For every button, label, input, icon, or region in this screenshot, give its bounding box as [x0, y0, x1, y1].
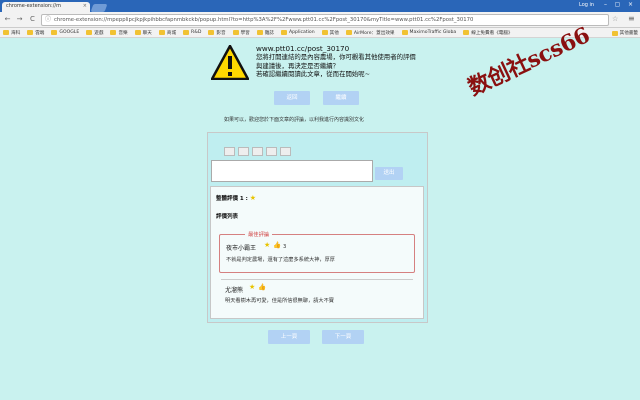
comment-input[interactable]: [212, 161, 372, 181]
like-count: 3: [283, 244, 287, 250]
folder-icon: [463, 30, 470, 35]
top-review-label: 最佳評論: [245, 230, 273, 238]
bookmark-item[interactable]: AirMore：蓋出效果: [345, 30, 395, 36]
review-list: 整體評價 1 : ★ 評價列表 最佳評論 夜市小霸王 ★ 👍 3 不就是判定農場…: [210, 186, 424, 319]
folder-icon: [134, 30, 141, 35]
bookmark-item[interactable]: 聊天: [134, 30, 152, 36]
title-bar: chrome-extension://m × Log in – ▢ ×: [0, 0, 640, 12]
folder-icon: [256, 30, 263, 35]
warning-icon: [211, 45, 249, 80]
bookmark-item[interactable]: 商城: [158, 30, 176, 36]
folder-icon: [158, 30, 165, 35]
bookmark-item[interactable]: Application: [280, 30, 315, 35]
page-info-icon[interactable]: ⓘ: [45, 15, 51, 25]
divider: [221, 279, 413, 280]
bookmark-item[interactable]: 雜誌: [256, 30, 274, 36]
review-text: 不就是判定農場，還有了這麼多系統大神，厚厚: [226, 257, 335, 263]
tab-close-icon[interactable]: ×: [83, 3, 87, 9]
folder-icon: [208, 30, 215, 35]
toolbar: ← → C ⓘ chrome-extension://mpepplipcjkpj…: [0, 12, 640, 28]
folder-icon: [280, 30, 287, 35]
bookmark-item[interactable]: 遊戲: [86, 30, 103, 36]
reload-icon[interactable]: C: [28, 15, 37, 24]
back-button[interactable]: 返回: [274, 91, 310, 105]
bookmark-item[interactable]: 學習: [232, 30, 250, 36]
blocked-message: www.ptt01.cc/post_30170 您將打開連結的是內容農場，你可觀…: [256, 44, 416, 79]
toolbar-button-4[interactable]: [266, 147, 277, 156]
continue-button[interactable]: 繼續: [323, 91, 359, 105]
bookmark-item[interactable]: MaximoTraffic Globa: [401, 30, 456, 35]
address-url: chrome-extension://mpepplipcjkpjkpihbbcf…: [54, 17, 474, 23]
send-button[interactable]: 送出: [375, 167, 403, 180]
folder-icon: [401, 30, 408, 35]
folder-icon: [27, 30, 34, 35]
tab-title: chrome-extension://m: [6, 3, 61, 9]
prev-page-button[interactable]: 上一頁: [268, 330, 310, 344]
bookmark-item[interactable]: 雲端: [27, 30, 44, 36]
toolbar-button-1[interactable]: [224, 147, 235, 156]
maximize-icon[interactable]: ▢: [613, 1, 622, 9]
blocked-line-3: 若確認繼續閱讀此文章，從而在開始呢~: [256, 70, 370, 79]
folder-icon: [110, 30, 117, 35]
user-profile-label[interactable]: Log in: [579, 2, 594, 8]
blocked-line-2: 與建議後，再決定是否繼續？: [256, 61, 340, 70]
bookmark-item[interactable]: 音樂: [110, 30, 128, 36]
comment-box[interactable]: [211, 160, 373, 182]
blocked-line-1: 您將打開連結的是內容農場，你可觀看其他使用者的評價: [256, 53, 416, 62]
star-icon: ★: [249, 283, 256, 291]
chrome-menu-icon[interactable]: ≡: [628, 14, 635, 23]
forward-icon[interactable]: →: [15, 15, 24, 24]
top-review-box: 最佳評論 夜市小霸王 ★ 👍 3 不就是判定農場，還有了這麼多系統大神，厚厚: [219, 230, 415, 273]
bookmark-item[interactable]: R&D: [183, 30, 201, 35]
review-list-label: 評價列表: [216, 214, 239, 220]
browser-tab[interactable]: chrome-extension://m ×: [2, 2, 90, 12]
thumbs-up-icon[interactable]: 👍: [258, 283, 266, 291]
toolbar-button-5[interactable]: [280, 147, 291, 156]
other-bookmarks[interactable]: 其他書籤: [611, 30, 638, 36]
thumbs-up-icon[interactable]: 👍: [273, 241, 281, 249]
star-icon: ★: [264, 241, 271, 249]
folder-icon: [611, 30, 618, 36]
bookmark-item[interactable]: 線上免費看《電腦》: [463, 30, 513, 36]
folder-icon: [232, 30, 239, 35]
bookmark-star-icon[interactable]: ☆: [612, 15, 618, 23]
star-icon: ★: [249, 194, 257, 202]
new-tab-button[interactable]: [90, 4, 108, 12]
average-rating-label: 整體評價 1 :: [216, 196, 248, 202]
reviewer-name: 尤溜熊: [225, 287, 244, 294]
toolbar-button-2[interactable]: [238, 147, 249, 156]
folder-icon: [321, 30, 328, 35]
comment-note: 如果可以，歡迎您於下面文章的評論，以利我進行內容識別文化: [224, 117, 365, 123]
bookmark-item[interactable]: 海科: [3, 30, 20, 36]
folder-icon: [183, 30, 190, 35]
next-page-button[interactable]: 下一頁: [322, 330, 364, 344]
back-icon[interactable]: ←: [3, 15, 12, 24]
reviewer-name: 夜市小霸王: [226, 245, 257, 252]
minimize-icon[interactable]: –: [601, 1, 610, 9]
average-rating: 整體評價 1 : ★: [216, 194, 256, 202]
toolbar-button-3[interactable]: [252, 147, 263, 156]
folder-icon: [86, 30, 93, 35]
close-window-icon[interactable]: ×: [626, 1, 635, 9]
bookmark-item[interactable]: 影音: [208, 30, 226, 36]
address-bar[interactable]: ⓘ chrome-extension://mpepplipcjkpjkpihbb…: [41, 14, 609, 26]
folder-icon: [51, 30, 58, 35]
folder-icon: [345, 30, 352, 35]
bookmark-item[interactable]: 其他: [321, 30, 339, 36]
bookmark-item[interactable]: GOOGLE: [51, 30, 79, 35]
folder-icon: [3, 30, 9, 35]
review-text: 明天看樹木再可愛，佳是所信很無聊，請大不寶: [225, 298, 334, 304]
